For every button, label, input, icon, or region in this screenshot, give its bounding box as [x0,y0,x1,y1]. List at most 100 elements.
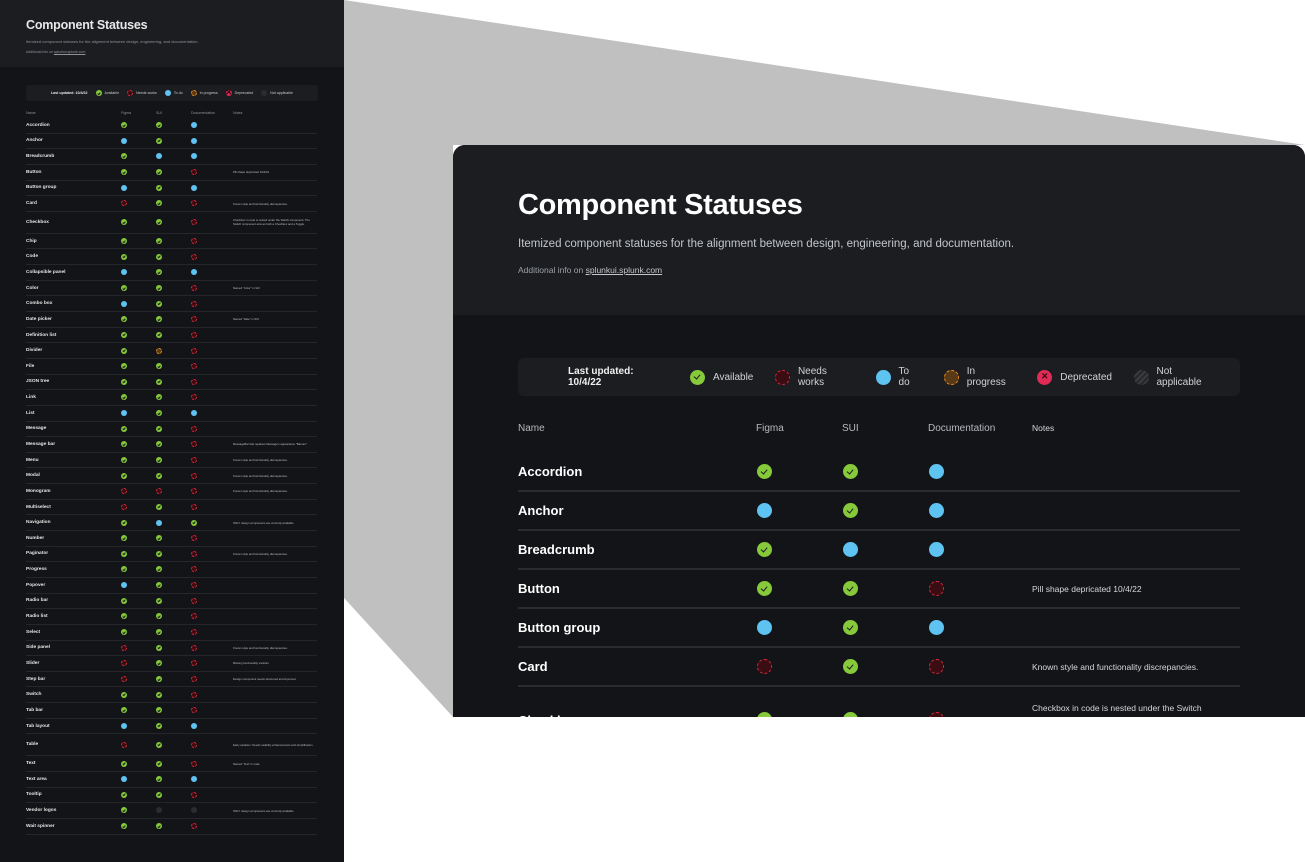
column-header-figma[interactable]: Figma [756,423,842,434]
dashed-circle-icon [191,823,197,830]
check-circle-icon [156,582,162,589]
table-row: Anchor [26,134,317,150]
component-name: Definition list [26,332,57,338]
not-applicable-icon [1133,369,1149,385]
cell-doc [191,629,233,636]
cell-figma [121,807,156,814]
column-header-name[interactable]: Name [518,423,756,434]
todo-circle-icon [121,776,127,783]
table-body: Accordion Anchor Breadcrumb Button Pill shap… [518,453,1240,717]
cell-figma [121,613,156,620]
cell-doc [191,823,233,830]
check-circle-icon [121,613,127,620]
cell-figma [121,410,156,417]
thumb-table-body: Accordion Anchor Breadcrumb Button Pill shap… [26,118,317,835]
status-table: Name Figma SUI Documentation Notes Accordion… [518,417,1240,717]
component-name: Accordion [518,464,583,479]
cell-doc [191,566,233,573]
table-row: Link [26,390,317,406]
legend-item-progress: In progress [190,90,218,96]
page-header: Component Statuses Itemized component st… [453,145,1305,315]
component-name: Breadcrumb [518,542,595,557]
cell-sui [156,253,191,260]
component-name: Modal [26,473,40,479]
component-name: Checkbox [518,713,756,718]
cell-doc [191,660,233,667]
component-name: Code [26,254,38,260]
cell-figma [121,519,156,526]
thumb-info-link[interactable]: splunkui.splunk.com [54,50,86,54]
dashed-circle-icon [121,660,127,667]
cell-sui [156,644,191,651]
dashed-circle-icon [191,457,197,463]
dashed-circle-icon [929,580,944,596]
info-link[interactable]: splunkui.splunk.com [586,265,663,275]
legend-label: Deprecated [234,91,254,95]
legend-item-todo: To do [164,90,183,96]
cell-sui [156,488,191,495]
dashed-circle-icon [127,90,134,96]
thumb-info-line: Additional info on splunkui.splunk.com [26,50,318,54]
cell-sui [156,300,191,307]
component-name: Slider [26,660,40,666]
legend-item-deprecated: Deprecated [1037,369,1112,385]
table-row: Checkbox Checkbox in code is nested under… [26,212,317,234]
check-circle-icon [156,707,162,714]
check-circle-icon [156,566,162,573]
cell-figma [121,791,156,798]
cell-notes: Checkbox in code is nested under the Swi… [233,218,310,227]
check-circle-icon [156,691,162,698]
cell-doc [191,675,233,682]
todo-circle-icon [121,582,127,589]
column-header-name[interactable]: Name [26,111,121,115]
cell-sui [842,541,928,559]
column-header-figma[interactable]: Figma [121,111,156,115]
cell-sui [156,269,191,276]
dashed-circle-icon [191,550,197,557]
dashed-circle-icon [191,200,197,207]
cell-sui [156,582,191,589]
column-header-doc[interactable]: Documentation [928,423,1032,434]
cell-sui [156,238,191,245]
todo-circle-icon [757,502,772,518]
table-row: Monogram Known style and functionality di… [26,484,317,500]
component-name: Anchor [26,138,43,144]
component-name: Multiselect [26,504,51,510]
column-header-sui[interactable]: SUI [842,423,928,434]
check-circle-icon [121,807,127,814]
cell-figma [121,153,156,160]
column-header-doc[interactable]: Documentation [191,111,233,115]
todo-circle-icon [121,184,127,191]
dashed-circle-icon [191,707,197,714]
cell-sui [156,347,191,354]
cell-figma [121,691,156,698]
cell-figma [121,629,156,636]
cell-sui [842,711,928,717]
cell-figma [756,541,842,559]
column-header-sui[interactable]: SUI [156,111,191,115]
cell-figma [121,823,156,830]
check-circle-icon [156,316,162,323]
check-circle-icon [156,791,162,798]
cell-doc [191,269,233,276]
component-name: Color [26,285,39,291]
todo-circle-icon [164,90,171,96]
legend-item-available: Available [95,90,119,96]
cell-sui [156,707,191,714]
check-circle-icon [156,550,162,557]
cell-sui [156,169,191,176]
todo-circle-icon [121,137,127,144]
component-name: Button [518,581,560,596]
component-name: Button [26,169,42,175]
check-circle-icon [121,153,127,160]
table-row: Message bar MessageBar that replaces Mess… [26,437,317,453]
check-circle-icon [757,580,772,596]
component-name: Divider [26,348,43,354]
column-header-notes[interactable]: Notes [1032,422,1240,434]
dashed-circle-icon [775,369,790,385]
not-applicable-icon [261,90,268,96]
check-circle-icon [121,331,127,338]
column-header-notes[interactable]: Notes [233,111,317,115]
check-circle-icon [757,541,772,557]
cell-doc [191,331,233,338]
